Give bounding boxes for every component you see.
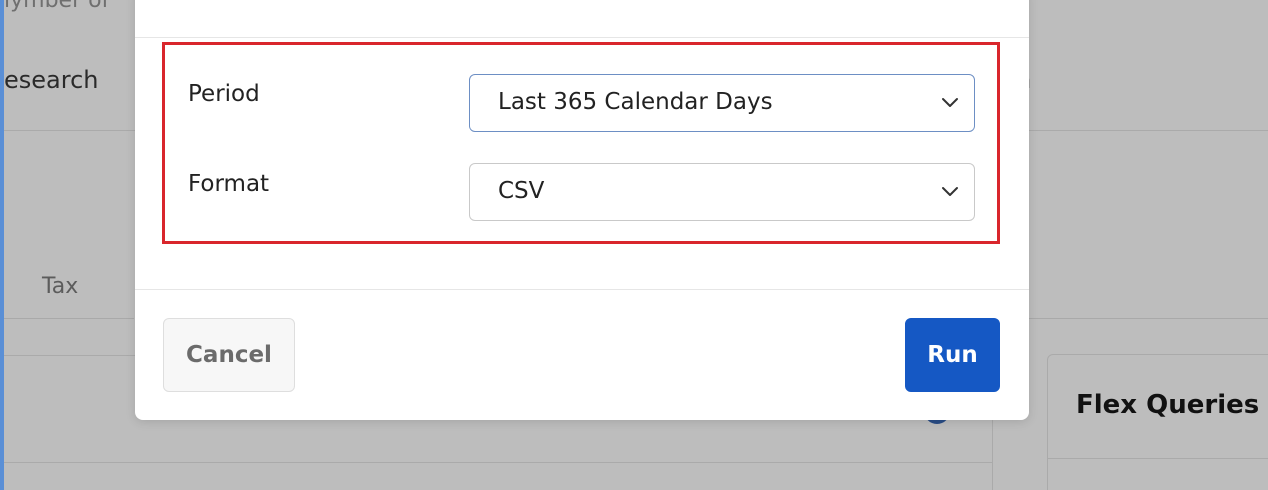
background-divider [4, 318, 134, 319]
background-card-divider [1047, 458, 1268, 459]
background-card-title: Flex Queries [1076, 390, 1260, 420]
background-top-text: lymber of [4, 0, 110, 13]
period-label: Period [188, 81, 260, 107]
dialog-header-divider [135, 37, 1029, 38]
background-divider [1029, 318, 1268, 319]
format-label: Format [188, 171, 270, 197]
period-select-value: Last 365 Calendar Days [498, 89, 773, 115]
run-report-dialog: Period Last 365 Calendar Days Format CSV… [135, 0, 1029, 420]
run-button[interactable]: Run [905, 318, 1000, 392]
chevron-down-icon [942, 98, 958, 107]
chevron-down-icon [942, 187, 958, 196]
format-select[interactable]: CSV [469, 163, 975, 221]
background-panel-divider [4, 462, 992, 463]
period-select[interactable]: Last 365 Calendar Days [469, 74, 975, 132]
screen: lymber of esearch n Tax Flex Queries Per… [0, 0, 1268, 490]
format-select-value: CSV [498, 178, 545, 204]
background-tab-tax: Tax [42, 274, 79, 299]
background-nav-research: esearch [4, 66, 99, 94]
background-flex-queries-card [1047, 354, 1268, 490]
dialog-footer-divider [135, 289, 1029, 290]
cancel-button[interactable]: Cancel [163, 318, 295, 392]
